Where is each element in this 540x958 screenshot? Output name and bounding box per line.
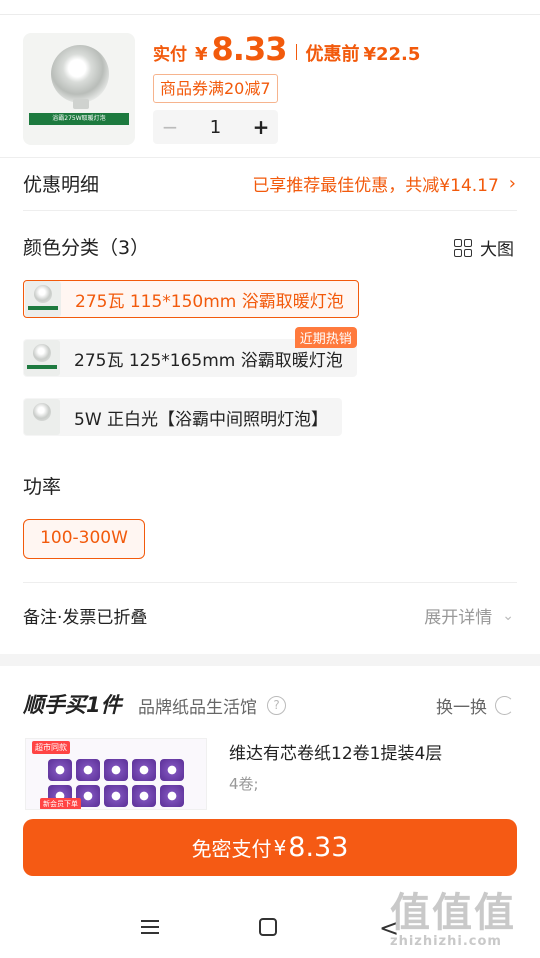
watermark-logo: 值值值 xyxy=(390,889,516,936)
variant-image xyxy=(25,281,61,317)
refresh-icon xyxy=(495,696,514,715)
color-category-label: 颜色分类（3） xyxy=(23,237,150,259)
tissue-roll xyxy=(48,759,72,781)
discount-label: 优惠明细 xyxy=(23,174,100,196)
tissue-roll xyxy=(104,759,128,781)
color-option[interactable]: 275瓦 115*150mm 浴霸取暖灯泡 xyxy=(23,280,359,318)
menu-icon[interactable] xyxy=(141,920,159,934)
addon-title: 顺手买1件 xyxy=(23,693,122,717)
color-option-label: 5W 正白光【浴霸中间照明灯泡】 xyxy=(74,409,329,430)
refresh-label: 换一换 xyxy=(436,698,487,718)
addon-item-spec: 4卷; xyxy=(229,775,259,793)
coupon-badge[interactable]: 商品券满20减7 xyxy=(153,74,278,103)
increase-button[interactable]: + xyxy=(244,115,278,139)
quantity-stepper: − 1 + xyxy=(153,110,278,144)
discount-detail-link[interactable]: 已享推荐最佳优惠，共减¥14.17 › xyxy=(252,171,516,196)
big-view-label: 大图 xyxy=(480,240,514,260)
price-label: 实付 xyxy=(153,45,187,65)
color-option[interactable]: 275瓦 125*165mm 浴霸取暖灯泡 近期热销 xyxy=(23,327,357,377)
help-icon[interactable]: ? xyxy=(267,696,286,715)
addon-item-name[interactable]: 维达有芯卷纸12卷1提装4层 xyxy=(229,739,442,764)
price-value: 8.33 xyxy=(211,30,288,68)
price-before-value: ¥22.5 xyxy=(363,44,421,65)
addon-image-tag: 超市同款 xyxy=(32,741,70,754)
variant-image xyxy=(24,399,60,435)
section-gap xyxy=(0,654,540,666)
section-divider xyxy=(23,582,517,583)
color-option[interactable]: 5W 正白光【浴霸中间照明灯泡】 xyxy=(23,398,343,436)
power-label: 功率 xyxy=(23,476,62,498)
addon-image-tag: 新会员下单 xyxy=(40,798,81,809)
price-currency: ¥ xyxy=(195,44,208,65)
product-image-caption: 浴霸275W取暖灯泡 xyxy=(29,113,129,125)
color-option-label: 275瓦 125*165mm 浴霸取暖灯泡 xyxy=(74,350,343,371)
expand-details-link[interactable]: 展开详情 ⌄ xyxy=(424,603,514,629)
product-thumbnail[interactable]: 浴霸275W取暖灯泡 xyxy=(23,33,135,145)
variant-image xyxy=(24,340,60,376)
chevron-right-icon: › xyxy=(508,173,516,194)
top-divider xyxy=(0,14,540,15)
addon-store-name: 品牌纸品生活馆 xyxy=(138,698,257,718)
pay-button[interactable]: 免密支付 ¥ 8.33 xyxy=(23,819,517,876)
pay-amount: 8.33 xyxy=(288,832,349,863)
addon-item-image[interactable]: 超市同款 新会员下单 xyxy=(25,738,207,810)
home-icon[interactable] xyxy=(259,918,277,936)
price-separator xyxy=(296,44,298,60)
tissue-roll xyxy=(132,785,156,807)
quantity-value[interactable]: 1 xyxy=(187,117,244,138)
chevron-down-icon: ⌄ xyxy=(502,607,514,624)
power-option[interactable]: 100-300W xyxy=(23,519,145,559)
grid-icon xyxy=(454,238,472,257)
refresh-button[interactable]: 换一换 xyxy=(436,693,514,718)
tissue-roll xyxy=(160,785,184,807)
decrease-button[interactable]: − xyxy=(153,115,187,139)
big-view-button[interactable]: 大图 xyxy=(454,235,514,260)
expand-details-text: 展开详情 xyxy=(424,608,493,628)
tissue-roll xyxy=(76,759,100,781)
color-option-label: 275瓦 115*150mm 浴霸取暖灯泡 xyxy=(75,291,344,312)
section-divider xyxy=(0,157,540,158)
price-before-label: 优惠前 xyxy=(305,44,360,65)
price-row: 实付 ¥ 8.33 优惠前 ¥22.5 xyxy=(153,30,420,70)
section-divider xyxy=(23,210,517,211)
notes-invoice-label: 备注·发票已折叠 xyxy=(23,608,148,628)
discount-detail-text: 已享推荐最佳优惠，共减¥14.17 xyxy=(252,176,499,196)
tissue-roll xyxy=(160,759,184,781)
tissue-roll xyxy=(104,785,128,807)
bulb-image xyxy=(51,45,109,103)
tissue-roll xyxy=(132,759,156,781)
addon-store: 品牌纸品生活馆 ? xyxy=(138,693,286,718)
pay-label: 免密支付 xyxy=(191,837,272,861)
site-watermark: 值值值 zhizhizhi.com xyxy=(390,880,530,950)
pay-currency: ¥ xyxy=(273,835,287,860)
hot-sale-badge: 近期热销 xyxy=(294,327,357,348)
